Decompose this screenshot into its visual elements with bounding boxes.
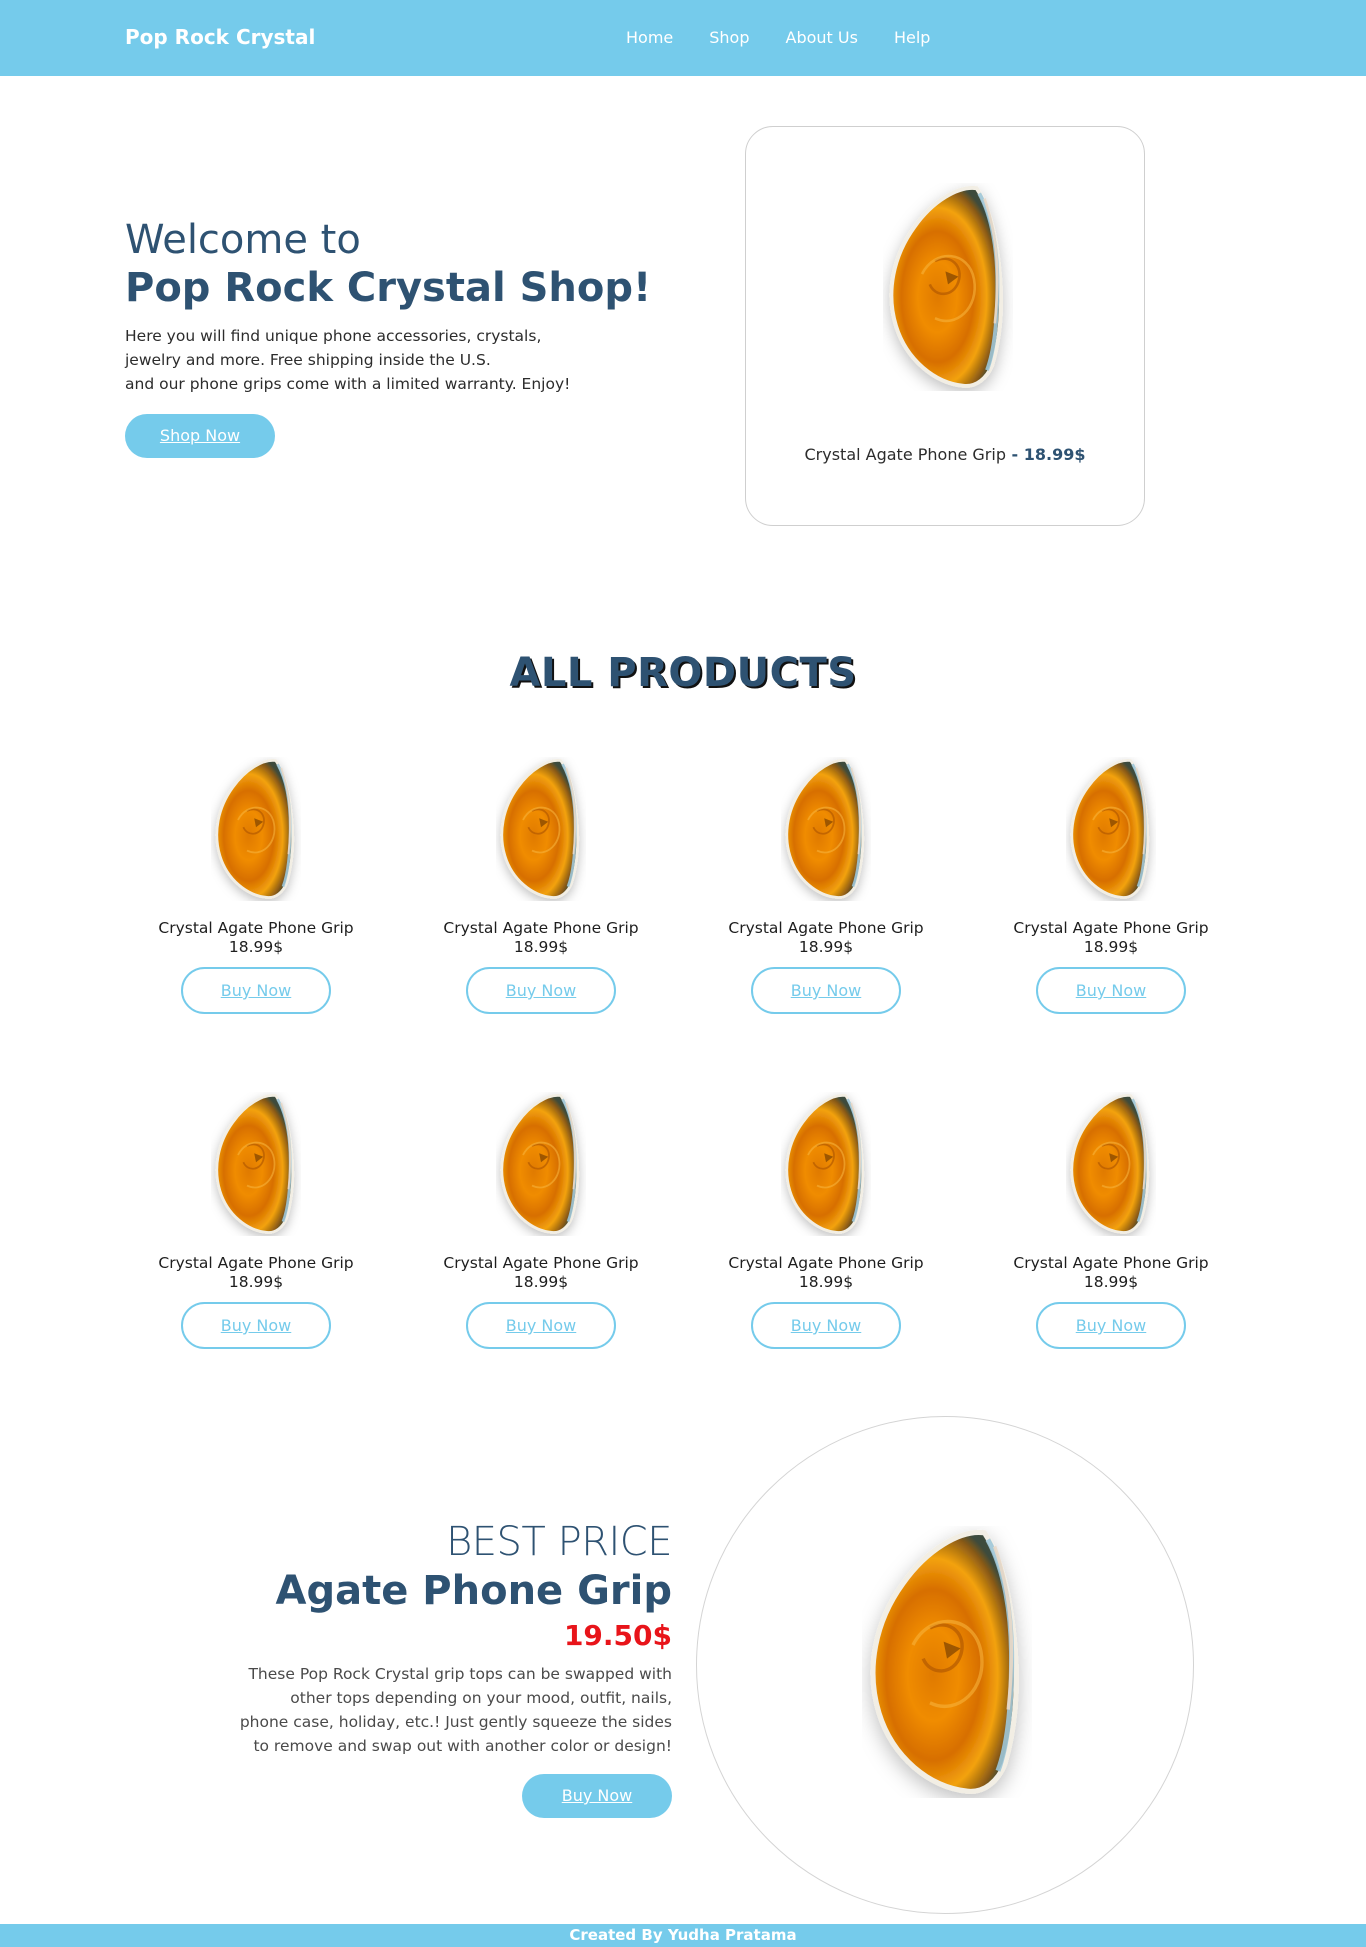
buy-now-button[interactable]: Buy Now xyxy=(1036,967,1186,1014)
product-card: Crystal Agate Phone Grip 18.99$ Buy Now xyxy=(145,1090,367,1349)
footer-credit: Created By Yudha Pratama xyxy=(569,1926,797,1944)
product-price: 18.99$ xyxy=(1083,938,1139,956)
buy-now-button[interactable]: Buy Now xyxy=(466,967,616,1014)
product-name: Crystal Agate Phone Grip xyxy=(728,919,924,937)
best-desc-line: These Pop Rock Crystal grip tops can be … xyxy=(248,1665,672,1683)
all-products-title: ALL PRODUCTS xyxy=(509,650,857,696)
product-price: 18.99$ xyxy=(513,1273,569,1291)
agate-crystal-image[interactable] xyxy=(496,1090,586,1238)
buy-now-button[interactable]: Buy Now xyxy=(751,967,901,1014)
product-price: 18.99$ xyxy=(228,1273,284,1291)
product-price: 18.99$ xyxy=(1083,1273,1139,1291)
hero-desc-line: Here you will find unique phone accessor… xyxy=(125,327,542,345)
agate-crystal-image[interactable] xyxy=(211,755,301,903)
best-buy-now-button[interactable]: Buy Now xyxy=(522,1774,672,1818)
shop-now-button[interactable]: Shop Now xyxy=(125,414,275,458)
product-card: Crystal Agate Phone Grip 18.99$ Buy Now xyxy=(430,1090,652,1349)
product-card: Crystal Agate Phone Grip 18.99$ Buy Now xyxy=(1000,1090,1222,1349)
product-card: Crystal Agate Phone Grip 18.99$ Buy Now xyxy=(145,755,367,1014)
navbar: Pop Rock Crystal Home Shop About Us Help xyxy=(0,0,1366,76)
agate-crystal-image[interactable] xyxy=(496,755,586,903)
buy-now-button[interactable]: Buy Now xyxy=(1036,1302,1186,1349)
hero-welcome: Welcome to xyxy=(125,217,361,263)
agate-crystal-image[interactable] xyxy=(1066,1090,1156,1238)
buy-now-button[interactable]: Buy Now xyxy=(181,967,331,1014)
product-name: Crystal Agate Phone Grip xyxy=(1013,919,1209,937)
agate-crystal-image[interactable] xyxy=(781,1090,871,1238)
hero-desc-line: jewelry and more. Free shipping inside t… xyxy=(125,351,491,369)
hero-section: Welcome to Pop Rock Crystal Shop! Here y… xyxy=(125,216,685,458)
footer: Created By Yudha Pratama xyxy=(0,1924,1366,1947)
featured-product-card[interactable]: Crystal Agate Phone Grip - 18.99$ xyxy=(745,126,1145,526)
featured-product-name: Crystal Agate Phone Grip xyxy=(804,445,1006,464)
buy-now-button[interactable]: Buy Now xyxy=(181,1302,331,1349)
hero-desc-line: and our phone grips come with a limited … xyxy=(125,375,571,393)
best-desc-line: phone case, holiday, etc.! Just gently s… xyxy=(239,1713,672,1731)
agate-crystal-image[interactable] xyxy=(1066,755,1156,903)
nav-links: Home Shop About Us Help xyxy=(626,28,966,47)
best-price-value: 19.50$ xyxy=(563,1619,672,1652)
best-price-title: Agate Phone Grip xyxy=(275,1568,672,1614)
best-desc-line: other tops depending on your mood, outfi… xyxy=(290,1689,672,1707)
nav-link-help[interactable]: Help xyxy=(894,28,930,47)
best-desc-line: to remove and swap out with another colo… xyxy=(253,1737,672,1755)
best-price-description: These Pop Rock Crystal grip tops can be … xyxy=(200,1662,672,1758)
best-price-section: BEST PRICE Agate Phone Grip 19.50$ These… xyxy=(200,1518,673,1818)
featured-product-separator: - xyxy=(1005,445,1024,464)
product-price: 18.99$ xyxy=(513,938,569,956)
agate-crystal-image xyxy=(862,1517,1032,1807)
brand-logo[interactable]: Pop Rock Crystal xyxy=(125,25,315,49)
featured-product-price: 18.99$ xyxy=(1023,445,1086,464)
product-name: Crystal Agate Phone Grip xyxy=(158,1254,354,1272)
product-name: Crystal Agate Phone Grip xyxy=(1013,1254,1209,1272)
featured-product-caption: Crystal Agate Phone Grip - 18.99$ xyxy=(746,445,1144,464)
product-price: 18.99$ xyxy=(798,938,854,956)
product-card: Crystal Agate Phone Grip 18.99$ Buy Now xyxy=(715,755,937,1014)
product-price: 18.99$ xyxy=(798,1273,854,1291)
product-name: Crystal Agate Phone Grip xyxy=(158,919,354,937)
buy-now-button[interactable]: Buy Now xyxy=(466,1302,616,1349)
best-price-image-circle xyxy=(696,1416,1194,1914)
agate-crystal-image[interactable] xyxy=(781,755,871,903)
product-name: Crystal Agate Phone Grip xyxy=(443,1254,639,1272)
hero-title: Pop Rock Crystal Shop! xyxy=(125,265,652,311)
nav-link-about-us[interactable]: About Us xyxy=(786,28,858,47)
hero-description: Here you will find unique phone accessor… xyxy=(125,324,685,396)
product-name: Crystal Agate Phone Grip xyxy=(728,1254,924,1272)
product-card: Crystal Agate Phone Grip 18.99$ Buy Now xyxy=(1000,755,1222,1014)
agate-crystal-image[interactable] xyxy=(211,1090,301,1238)
nav-link-home[interactable]: Home xyxy=(626,28,673,47)
product-name: Crystal Agate Phone Grip xyxy=(443,919,639,937)
product-card: Crystal Agate Phone Grip 18.99$ Buy Now xyxy=(430,755,652,1014)
agate-crystal-image xyxy=(883,182,1013,392)
best-price-label: BEST PRICE xyxy=(446,1519,672,1565)
product-card: Crystal Agate Phone Grip 18.99$ Buy Now xyxy=(715,1090,937,1349)
product-price: 18.99$ xyxy=(228,938,284,956)
nav-link-shop[interactable]: Shop xyxy=(709,28,749,47)
buy-now-button[interactable]: Buy Now xyxy=(751,1302,901,1349)
